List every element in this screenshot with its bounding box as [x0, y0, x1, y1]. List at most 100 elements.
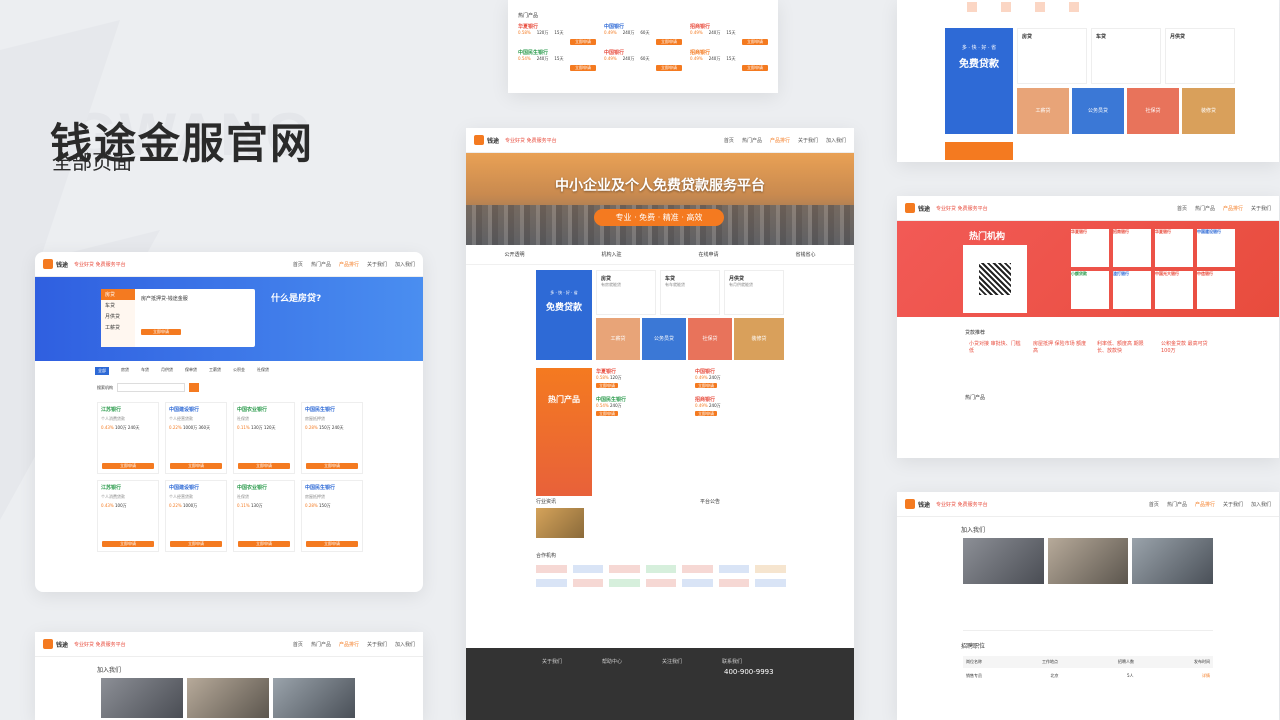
nav-link[interactable]: 产品排行: [1223, 205, 1243, 212]
institution-card[interactable]: 小额贷款: [1071, 271, 1109, 309]
institution-card[interactable]: 招商银行: [1113, 229, 1151, 267]
nav-link[interactable]: 热门产品: [1167, 501, 1187, 508]
product-card[interactable]: 江苏银行 个人消费贷款 0.43% 100万 240天 立即申请: [97, 402, 159, 474]
product-card[interactable]: 中国农业银行 社保贷 0.11% 130万 立即申请: [233, 480, 295, 552]
product-item[interactable]: 中国银行 0.49% 240万 立即申请: [695, 368, 786, 388]
side-item[interactable]: 车贷: [101, 300, 135, 311]
nav-link[interactable]: 首页: [293, 641, 303, 648]
nav-link[interactable]: 产品排行: [339, 261, 359, 268]
promo-box[interactable]: 多 · 快 · 好 · 省 免费贷款: [536, 270, 592, 360]
office-photo: [1047, 538, 1129, 584]
loan-tile[interactable]: 装修贷: [734, 318, 784, 360]
partners-section: 合作机构: [536, 552, 786, 642]
institution-card[interactable]: 中信银行: [1197, 271, 1235, 309]
recommend-item[interactable]: 房屋抵押 保险市场 额度高: [1033, 340, 1089, 384]
loan-tile[interactable]: 装修贷: [1182, 88, 1235, 134]
side-item-active[interactable]: 房贷: [101, 289, 135, 300]
loan-tile[interactable]: 工薪贷: [596, 318, 640, 360]
nav-join[interactable]: 加入我们: [826, 137, 846, 144]
loan-types-preview-right: 多 · 快 · 好 · 省 免费贷款 房贷 车贷 月供贷 工薪贷 公务员贷 社保…: [897, 0, 1279, 162]
nav-link[interactable]: 关于我们: [1251, 205, 1271, 212]
loan-tile[interactable]: 工薪贷: [1017, 88, 1069, 134]
nav-link[interactable]: 首页: [1177, 205, 1187, 212]
feature-item: 在线申请: [698, 252, 719, 258]
product-cell[interactable]: 中国银行 0.49% 240万 60天 立即申请: [604, 23, 682, 45]
partner-logo: [609, 579, 640, 587]
nav-link[interactable]: 加入我们: [395, 261, 415, 268]
product-card[interactable]: 中国民生银行 房屋抵押贷 0.28% 150万 立即申请: [301, 480, 363, 552]
filter-tab[interactable]: 保单贷: [185, 367, 197, 375]
loan-tile[interactable]: 社保贷: [688, 318, 732, 360]
product-item[interactable]: 华夏银行 0.58% 120万 立即申请: [596, 368, 687, 388]
nav-link[interactable]: 首页: [293, 261, 303, 268]
nav-hot[interactable]: 热门产品: [742, 137, 762, 144]
nav-link[interactable]: 关于我们: [1223, 501, 1243, 508]
nav-link[interactable]: 首页: [1149, 501, 1159, 508]
filter-tab-active[interactable]: 全部: [95, 367, 109, 375]
institution-card[interactable]: 华夏银行: [1071, 229, 1109, 267]
filter-tab[interactable]: 工薪贷: [209, 367, 221, 375]
institution-card[interactable]: 华夏银行: [1155, 229, 1193, 267]
product-cell[interactable]: 中国银行 0.49% 240万 60天 立即申请: [604, 49, 682, 71]
nav-link[interactable]: 关于我们: [367, 641, 387, 648]
loan-type-house[interactable]: 房贷: [1017, 28, 1087, 84]
partner-logo: [645, 579, 677, 587]
recommend-item[interactable]: 小贷对接 审批快、门槛低: [969, 340, 1025, 384]
office-photo: [187, 678, 269, 718]
product-card[interactable]: 江苏银行 个人消费贷款 0.43% 100万 立即申请: [97, 480, 159, 552]
side-item[interactable]: 工薪贷: [101, 322, 135, 333]
filter-tab[interactable]: 车贷: [141, 367, 149, 375]
jobs-title: 招聘职位: [961, 643, 986, 650]
filter-tab[interactable]: 公积金: [233, 367, 245, 375]
nav-link[interactable]: 热门产品: [1195, 205, 1215, 212]
side-item[interactable]: 月供贷: [101, 311, 135, 322]
loan-type-car[interactable]: 车贷 有车就能贷: [660, 270, 720, 315]
product-cell[interactable]: 中国民生银行 0.54% 240万 15天 立即申请: [518, 49, 596, 71]
nav-link[interactable]: 产品排行: [1195, 501, 1215, 508]
logo-icon: [43, 639, 53, 649]
nav-link[interactable]: 热门产品: [311, 641, 331, 648]
job-row[interactable]: 销售专员 北京 5人 详情: [963, 670, 1213, 682]
product-card[interactable]: 中国民生银行 房屋抵押贷 0.28% 150万 240天 立即申请: [301, 402, 363, 474]
nav-rank[interactable]: 产品排行: [770, 137, 790, 144]
nav-home[interactable]: 首页: [724, 137, 734, 144]
product-cell[interactable]: 华夏银行 0.58% 120万 15天 立即申请: [518, 23, 596, 45]
product-card[interactable]: 中国农业银行 社保贷 0.11% 130万 120天 立即申请: [233, 402, 295, 474]
loan-tile[interactable]: 公务员贷: [1072, 88, 1124, 134]
loan-type-monthly[interactable]: 月供贷: [1165, 28, 1235, 84]
office-photo: [1132, 538, 1214, 584]
product-cell[interactable]: 招商银行 0.49% 240万 15天 立即申请: [690, 49, 768, 71]
recommend-item[interactable]: 利率低、额度高 期限长、放款快: [1097, 340, 1153, 384]
hero-apply-button[interactable]: 立即申请: [141, 329, 181, 335]
nav-link[interactable]: 关于我们: [367, 261, 387, 268]
join-page-preview-left: 钱途 专业好贷 免费服务平台 首页 热门产品 产品排行 关于我们 加入我们 加入…: [35, 632, 423, 720]
institution-card[interactable]: 中国光大银行: [1155, 271, 1193, 309]
recommend-item[interactable]: 公积金贷款 最高可贷100万: [1161, 340, 1217, 384]
nav-link[interactable]: 热门产品: [311, 261, 331, 268]
product-card[interactable]: 中国建设银行 个人经营贷款 0.22% 1000万 立即申请: [165, 480, 227, 552]
product-cell[interactable]: 招商银行 0.49% 240万 15天 立即申请: [690, 23, 768, 45]
product-item[interactable]: 招商银行 0.49% 240万 立即申请: [695, 396, 786, 416]
loan-type-car[interactable]: 车贷: [1091, 28, 1161, 84]
institution-card[interactable]: 渣打银行: [1113, 271, 1151, 309]
filter-tab[interactable]: 社保贷: [257, 367, 269, 375]
nav-about[interactable]: 关于我们: [798, 137, 818, 144]
filter-tab[interactable]: 房贷: [121, 367, 129, 375]
product-card[interactable]: 中国建设银行 个人经营贷款 0.22% 1000万 360天 立即申请: [165, 402, 227, 474]
hero-title: 热门机构: [969, 232, 1006, 242]
search-button[interactable]: [189, 383, 199, 392]
nav-link[interactable]: 产品排行: [339, 641, 359, 648]
loan-tile[interactable]: 社保贷: [1127, 88, 1179, 134]
partner-logo: [572, 579, 604, 587]
nav-link[interactable]: 加入我们: [1251, 501, 1271, 508]
product-item[interactable]: 中国民生银行 0.54% 240万 立即申请: [596, 396, 687, 416]
filter-tab[interactable]: 月供贷: [161, 367, 173, 375]
loan-type-house[interactable]: 房贷 有房就能贷: [596, 270, 656, 315]
nav-link[interactable]: 加入我们: [395, 641, 415, 648]
loan-type-monthly[interactable]: 月供贷 有月供就能贷: [724, 270, 784, 315]
loan-tile[interactable]: 公务员贷: [642, 318, 686, 360]
promo-box-right[interactable]: 多 · 快 · 好 · 省 免费贷款: [945, 28, 1013, 134]
search-input[interactable]: [117, 383, 185, 392]
office-photo: [273, 678, 355, 718]
institution-card[interactable]: 中国建设银行: [1197, 229, 1235, 267]
